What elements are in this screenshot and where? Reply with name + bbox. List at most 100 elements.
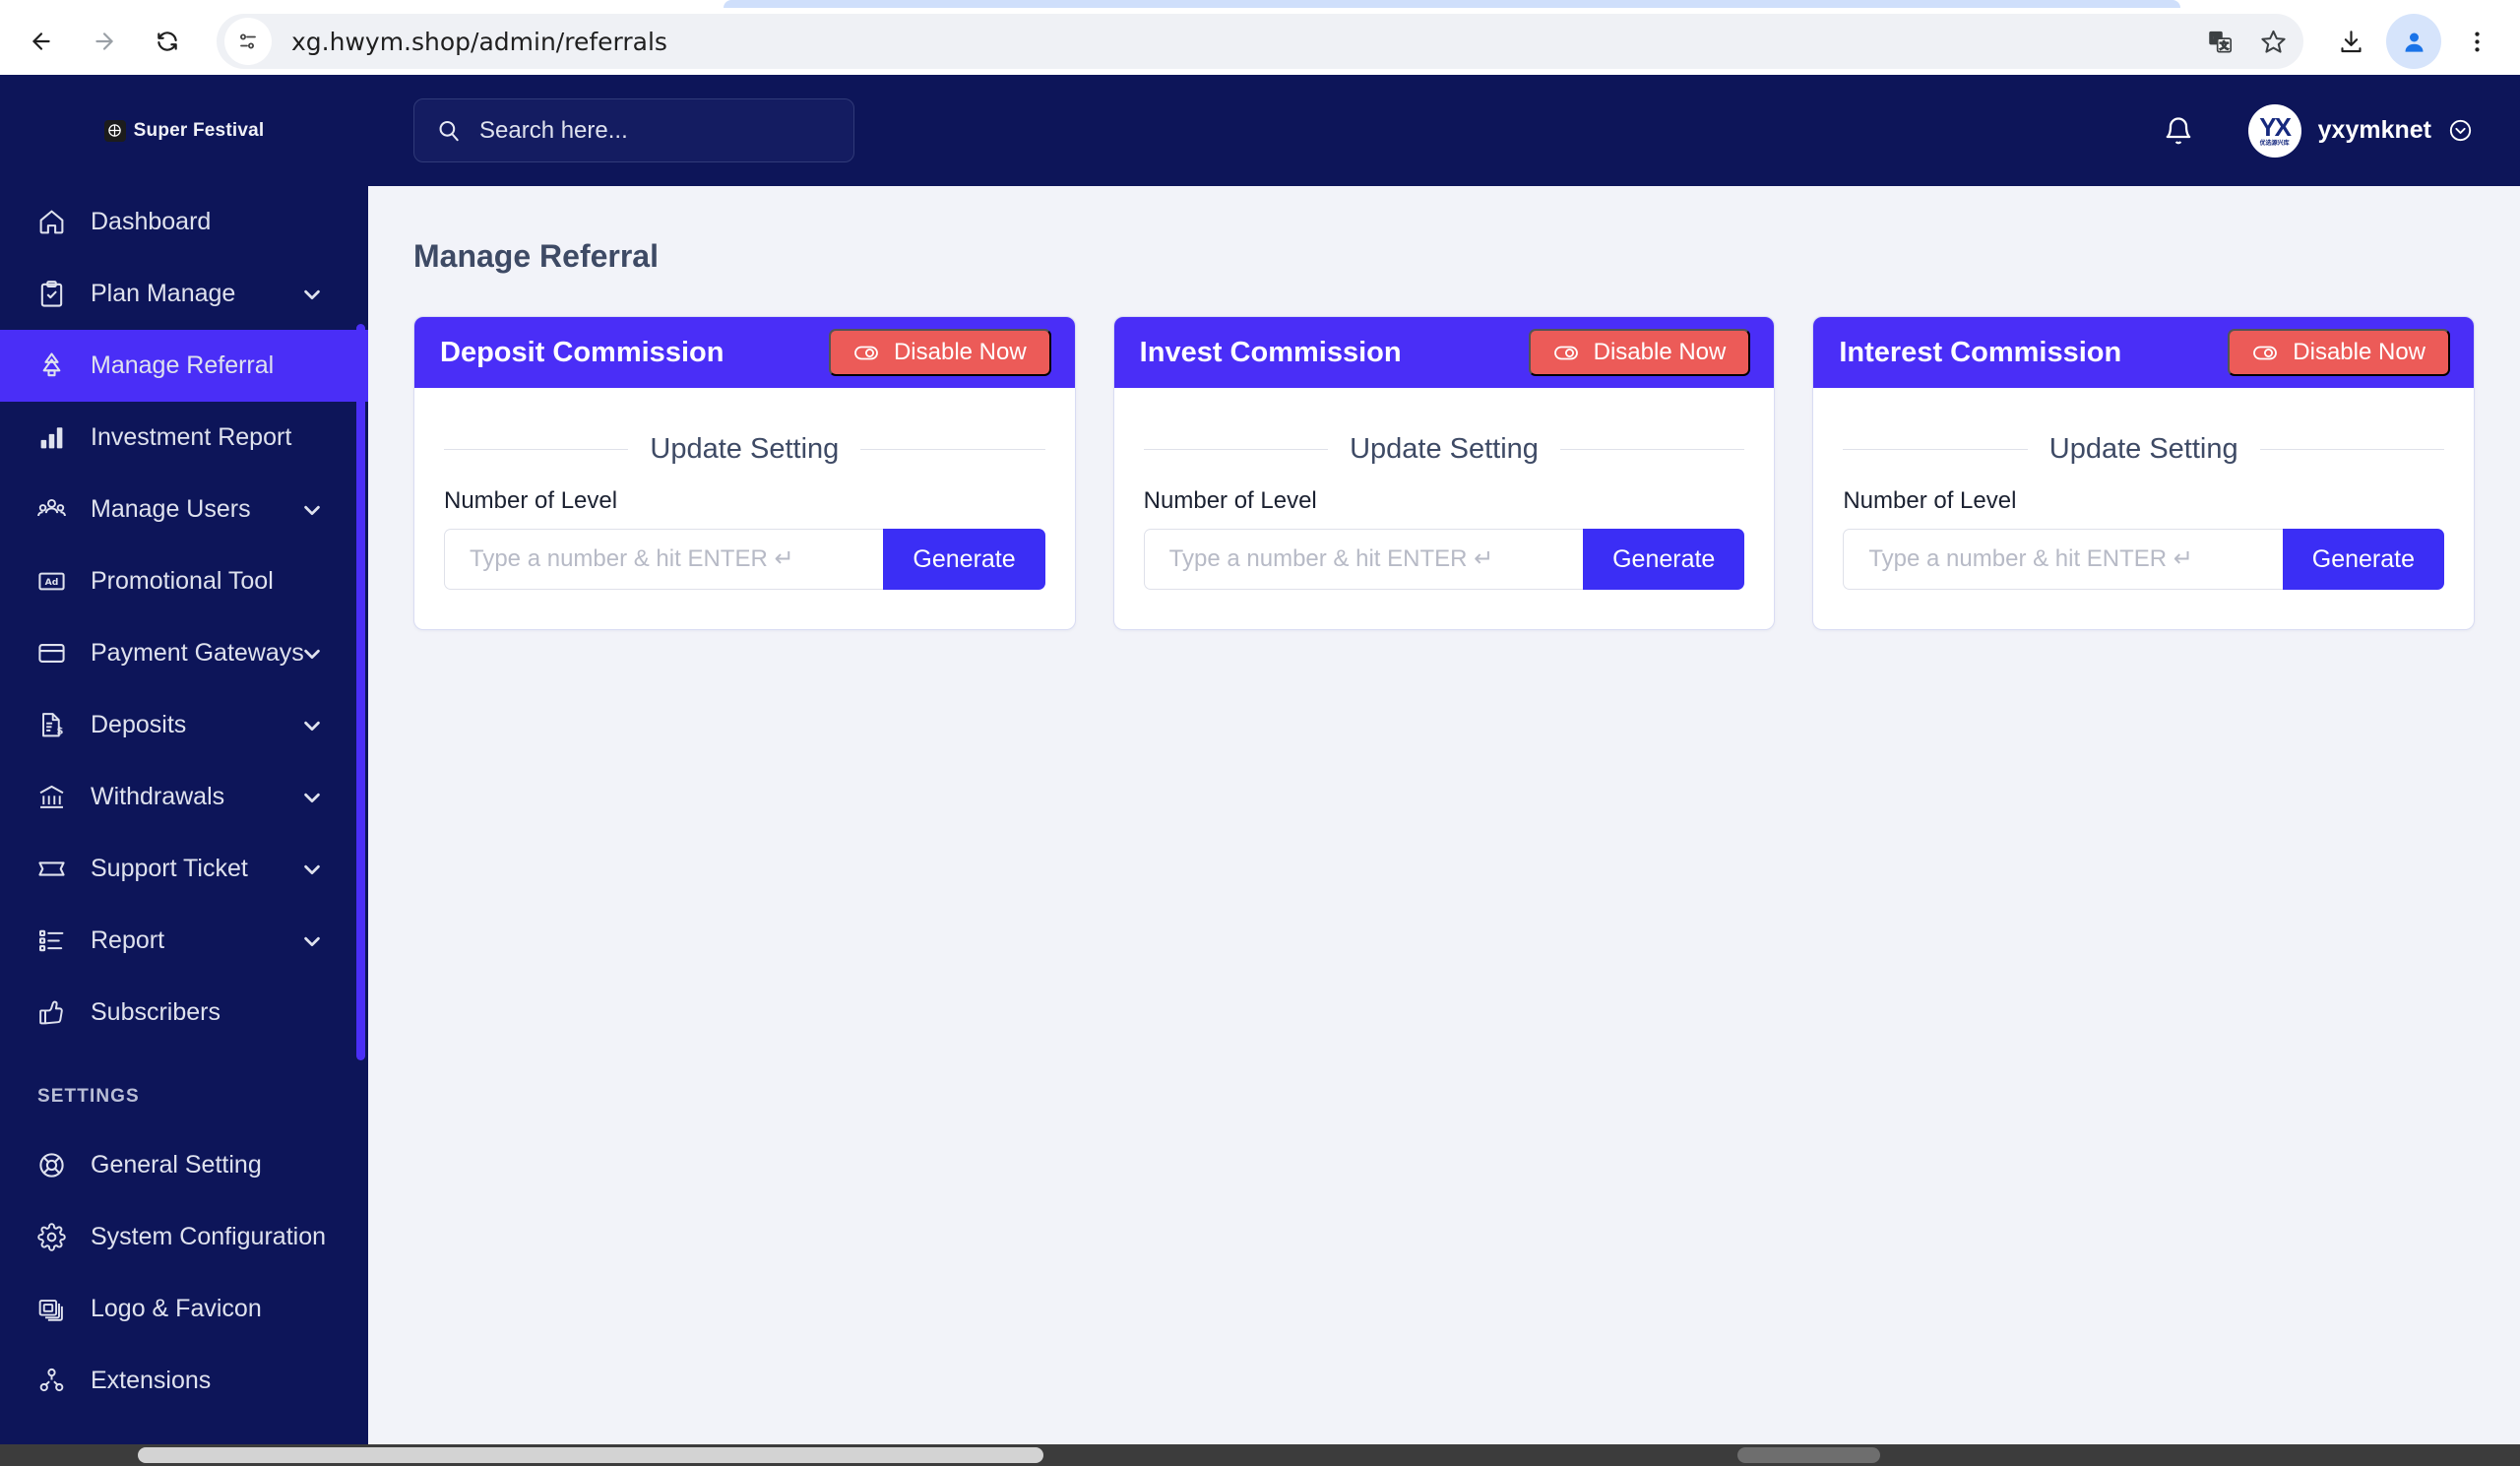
- reload-icon[interactable]: [140, 14, 195, 69]
- sidebar-item-investment-report[interactable]: Investment Report: [0, 402, 368, 474]
- invest-commission-card: Invest Commission Disable Now Update Set…: [1112, 316, 1776, 630]
- avatar-subtext: 优选源兴库: [2259, 141, 2290, 147]
- main-content: Manage Referral Deposit Commission Disab…: [368, 186, 2520, 1466]
- site-info-icon[interactable]: [224, 18, 272, 65]
- sidebar-section-heading: SETTINGS: [37, 1086, 140, 1107]
- avatar-mark: YX: [2259, 112, 2292, 142]
- top-header: Search here... YX 优选源兴库 yxymknet: [368, 75, 2520, 186]
- images-icon: [37, 1295, 75, 1323]
- sidebar-item-label: Withdrawals: [91, 783, 225, 810]
- number-of-level-input[interactable]: [1843, 529, 2283, 590]
- translate-icon[interactable]: G文: [2195, 17, 2244, 66]
- sidebar-item-label: Plan Manage: [91, 280, 236, 307]
- download-icon[interactable]: [2323, 14, 2378, 69]
- address-bar[interactable]: xg.hwym.shop/admin/referrals G文: [217, 14, 2303, 69]
- back-icon[interactable]: [14, 14, 69, 69]
- sidebar-item-label: General Setting: [91, 1151, 262, 1179]
- ticket-icon: [37, 855, 75, 883]
- generate-button[interactable]: Generate: [2282, 529, 2445, 590]
- card-title: Invest Commission: [1139, 336, 1402, 368]
- home-icon: [37, 208, 75, 236]
- sidebar-item-subscribers[interactable]: Subscribers: [0, 977, 368, 1049]
- sidebar-item-promotional-tool[interactable]: Ad Promotional Tool: [0, 545, 368, 617]
- tree-icon: [37, 351, 75, 380]
- number-of-level-input[interactable]: [444, 529, 884, 590]
- sidebar-item-deposits[interactable]: $ Deposits: [0, 689, 368, 761]
- sidebar-item-extensions[interactable]: Extensions: [0, 1345, 368, 1417]
- profile-avatar-icon[interactable]: [2386, 14, 2441, 69]
- sidebar-item-support-ticket[interactable]: Support Ticket: [0, 833, 368, 905]
- sidebar-item-label: Manage Referral: [91, 351, 275, 379]
- scrollbar-thumb-secondary[interactable]: [1737, 1447, 1880, 1463]
- generate-button[interactable]: Generate: [1583, 529, 1745, 590]
- commission-cards: Deposit Commission Disable Now Update Se…: [368, 275, 2520, 630]
- chevron-down-icon[interactable]: [301, 284, 323, 305]
- sidebar-item-logo-favicon[interactable]: Logo & Favicon: [0, 1273, 368, 1345]
- chevron-down-circle-icon[interactable]: [2448, 118, 2473, 143]
- divider-line-right: [1559, 449, 1745, 450]
- notification-bell-icon[interactable]: [2163, 115, 2194, 147]
- section-divider-title: Update Setting: [1143, 433, 1745, 466]
- divider-line-right: [2259, 449, 2445, 450]
- chevron-down-icon[interactable]: [301, 859, 323, 880]
- generate-button[interactable]: Generate: [883, 529, 1045, 590]
- sidebar-item-label: Manage Users: [91, 495, 251, 523]
- field-label: Number of Level: [1143, 487, 1317, 514]
- bar-chart-icon: [37, 423, 75, 452]
- scrollbar-thumb[interactable]: [138, 1447, 1043, 1463]
- credit-card-icon: [37, 639, 75, 668]
- disable-now-label: Disable Now: [2293, 339, 2426, 365]
- bookmark-star-icon[interactable]: [2248, 17, 2298, 66]
- chevron-down-icon[interactable]: [301, 930, 323, 952]
- url-text: xg.hwym.shop/admin/referrals: [291, 27, 667, 56]
- sidebar-item-label: Dashboard: [91, 208, 212, 235]
- browser-tab[interactable]: [724, 0, 2180, 8]
- search-icon: [439, 120, 459, 141]
- disable-now-button[interactable]: Disable Now: [2228, 329, 2451, 376]
- sidebar-item-label: Subscribers: [91, 998, 220, 1026]
- avatar: YX 优选源兴库: [2247, 103, 2301, 158]
- chevron-down-icon[interactable]: [301, 787, 323, 808]
- sidebar-item-system-configuration[interactable]: System Configuration: [0, 1201, 368, 1273]
- browser-toolbar: xg.hwym.shop/admin/referrals G文: [0, 8, 2520, 75]
- toggle-icon: [854, 346, 878, 360]
- field-label: Number of Level: [444, 487, 618, 514]
- chevron-down-icon[interactable]: [301, 643, 323, 665]
- disable-now-button[interactable]: Disable Now: [1528, 329, 1751, 376]
- sidebar-item-plan-manage[interactable]: Plan Manage: [0, 258, 368, 330]
- sidebar-item-label: Logo & Favicon: [91, 1295, 262, 1322]
- page-title: Manage Referral: [413, 238, 659, 274]
- number-of-level-input[interactable]: [1143, 529, 1584, 590]
- sidebar-item-general-setting[interactable]: General Setting: [0, 1129, 368, 1201]
- sidebar-item-report[interactable]: Report: [0, 905, 368, 977]
- sidebar: Super Festival Dashboard Plan Manage Man…: [0, 75, 368, 1466]
- sidebar-item-withdrawals[interactable]: Withdrawals: [0, 761, 368, 833]
- app-root: Super Festival Dashboard Plan Manage Man…: [0, 75, 2520, 1466]
- chrome-menu-icon[interactable]: [2449, 14, 2504, 69]
- forward-icon[interactable]: [77, 14, 132, 69]
- chevron-down-icon[interactable]: [301, 715, 323, 736]
- sidebar-item-manage-users[interactable]: Manage Users: [0, 474, 368, 545]
- disable-now-label: Disable Now: [893, 339, 1027, 365]
- deposit-commission-card: Deposit Commission Disable Now Update Se…: [413, 316, 1076, 630]
- search-input[interactable]: Search here...: [413, 98, 854, 162]
- sidebar-item-payment-gateways[interactable]: Payment Gateways: [0, 617, 368, 689]
- divider-line-left: [444, 449, 629, 450]
- toggle-icon: [1553, 346, 1578, 360]
- sidebar-item-dashboard[interactable]: Dashboard: [0, 186, 368, 258]
- level-input-group: Generate: [444, 529, 1045, 590]
- chevron-down-icon[interactable]: [301, 499, 323, 521]
- sidebar-scrollbar[interactable]: [356, 324, 365, 1060]
- toggle-icon: [2253, 346, 2278, 360]
- sidebar-item-manage-referral[interactable]: Manage Referral: [0, 330, 368, 402]
- brand-logo[interactable]: Super Festival: [0, 75, 368, 186]
- disable-now-button[interactable]: Disable Now: [828, 329, 1051, 376]
- brand-name: Super Festival: [133, 119, 265, 141]
- section-title: Update Setting: [2048, 433, 2238, 465]
- sidebar-item-label: Extensions: [91, 1367, 212, 1394]
- thumbs-up-icon: [37, 998, 75, 1027]
- horizontal-scrollbar[interactable]: [0, 1444, 2520, 1466]
- user-menu[interactable]: YX 优选源兴库 yxymknet: [2247, 103, 2473, 158]
- card-title: Interest Commission: [1839, 336, 2122, 368]
- sidebar-nav: Dashboard Plan Manage Manage Referral In…: [0, 186, 368, 1466]
